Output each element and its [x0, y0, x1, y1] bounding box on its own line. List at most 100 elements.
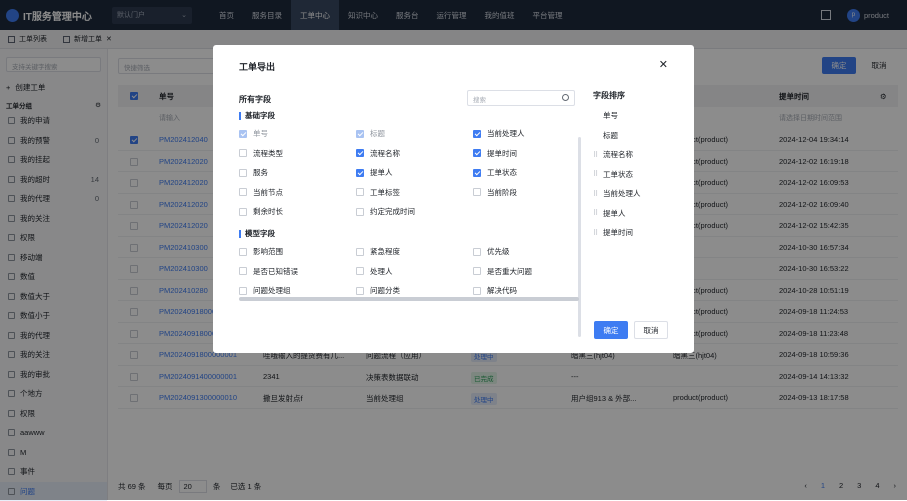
field-checkbox [356, 130, 364, 138]
drag-handle-icon[interactable]: ⠿ [593, 190, 599, 198]
field-label: 流程名称 [370, 148, 400, 159]
group-basic-fields: 基础字段 [239, 110, 275, 121]
field-label: 提单人 [370, 167, 393, 178]
field-option[interactable]: 工单标签 [356, 187, 400, 198]
field-checkbox[interactable] [473, 267, 481, 275]
field-checkbox[interactable] [473, 130, 481, 138]
dialog-confirm-button[interactable]: 确定 [594, 321, 628, 339]
sort-item[interactable]: ⠿ 流程名称 [593, 149, 633, 160]
field-label: 问题处理组 [253, 285, 291, 296]
export-dialog: 工单导出 ✕ 所有字段 搜索 基础字段 模型字段 单号标题当前处理人流程类型流程… [213, 45, 694, 353]
field-option[interactable]: 影响范围 [239, 246, 283, 257]
drag-handle-icon[interactable]: ⠿ [593, 151, 599, 159]
sort-item[interactable]: ⠿ 提单时间 [593, 227, 633, 238]
field-checkbox [239, 130, 247, 138]
field-checkbox[interactable] [356, 149, 364, 157]
field-label: 解决代码 [487, 285, 517, 296]
field-checkbox[interactable] [239, 267, 247, 275]
field-option[interactable]: 问题处理组 [239, 285, 291, 296]
field-label: 处理人 [370, 266, 393, 277]
sort-item-label: 提单时间 [603, 227, 633, 238]
field-label: 当前处理人 [487, 128, 525, 139]
field-checkbox[interactable] [356, 169, 364, 177]
field-checkbox[interactable] [356, 188, 364, 196]
all-fields-label: 所有字段 [239, 94, 271, 105]
field-checkbox[interactable] [473, 169, 481, 177]
field-checkbox[interactable] [473, 188, 481, 196]
field-label: 当前节点 [253, 187, 283, 198]
field-option: 标题 [356, 128, 385, 139]
field-label: 流程类型 [253, 148, 283, 159]
field-label: 问题分类 [370, 285, 400, 296]
field-checkbox[interactable] [356, 248, 364, 256]
field-option[interactable]: 工单状态 [473, 167, 517, 178]
sort-item-label: 提单人 [603, 208, 626, 219]
field-checkbox[interactable] [239, 248, 247, 256]
field-checkbox[interactable] [473, 149, 481, 157]
field-search-placeholder: 搜索 [473, 97, 486, 104]
field-option[interactable]: 处理人 [356, 266, 393, 277]
field-label: 紧急程度 [370, 246, 400, 257]
field-checkbox[interactable] [239, 169, 247, 177]
horizontal-scrollbar[interactable] [239, 297, 579, 301]
field-label: 标题 [370, 128, 385, 139]
sort-item-label: 单号 [603, 110, 618, 121]
field-option[interactable]: 提单人 [356, 167, 393, 178]
close-icon[interactable]: ✕ [659, 58, 668, 71]
dialog-cancel-button[interactable]: 取消 [634, 321, 668, 339]
field-option[interactable]: 约定完成时间 [356, 206, 415, 217]
field-option[interactable]: 是否重大问题 [473, 266, 532, 277]
field-option[interactable]: 当前节点 [239, 187, 283, 198]
drag-handle-icon[interactable]: ⠿ [593, 229, 599, 237]
field-label: 当前阶段 [487, 187, 517, 198]
sort-item[interactable]: ⠿ 提单人 [593, 208, 626, 219]
field-sort-label: 字段排序 [593, 90, 625, 101]
field-option[interactable]: 解决代码 [473, 285, 517, 296]
sort-item[interactable]: ⠿ 工单状态 [593, 169, 633, 180]
field-selector: 所有字段 搜索 基础字段 模型字段 单号 标题 当前处理人流程类型 流程名称 提单时间服… [239, 87, 584, 303]
field-checkbox[interactable] [239, 149, 247, 157]
field-label: 单号 [253, 128, 268, 139]
field-option[interactable]: 流程名称 [356, 148, 400, 159]
sort-item-label: 流程名称 [603, 149, 633, 160]
drag-handle-icon[interactable]: ⠿ [593, 170, 599, 178]
field-checkbox[interactable] [473, 287, 481, 295]
field-option[interactable]: 优先级 [473, 246, 510, 257]
field-checkbox[interactable] [356, 267, 364, 275]
sort-item: 单号 [593, 110, 618, 121]
field-checkbox[interactable] [239, 208, 247, 216]
field-label: 是否已知错误 [253, 266, 298, 277]
field-label: 约定完成时间 [370, 206, 415, 217]
sort-item-label: 工单状态 [603, 169, 633, 180]
field-label: 服务 [253, 167, 268, 178]
field-option[interactable]: 剩余时长 [239, 206, 283, 217]
field-option[interactable]: 流程类型 [239, 148, 283, 159]
field-checkbox[interactable] [239, 188, 247, 196]
sort-item-label: 标题 [603, 130, 618, 141]
field-checkbox[interactable] [239, 287, 247, 295]
drag-handle-icon[interactable]: ⠿ [593, 209, 599, 217]
vertical-scrollbar[interactable] [578, 137, 581, 337]
field-search-input[interactable]: 搜索 [467, 90, 575, 106]
field-option[interactable]: 当前阶段 [473, 187, 517, 198]
field-checkbox[interactable] [356, 208, 364, 216]
field-option[interactable]: 是否已知错误 [239, 266, 298, 277]
field-option[interactable]: 紧急程度 [356, 246, 400, 257]
field-option: 单号 [239, 128, 268, 139]
field-label: 优先级 [487, 246, 510, 257]
sort-item[interactable]: ⠿ 当前处理人 [593, 188, 641, 199]
field-option[interactable]: 问题分类 [356, 285, 400, 296]
field-label: 剩余时长 [253, 206, 283, 217]
field-label: 提单时间 [487, 148, 517, 159]
field-label: 是否重大问题 [487, 266, 532, 277]
group-model-fields: 模型字段 [239, 228, 275, 239]
field-option[interactable]: 服务 [239, 167, 268, 178]
dialog-title: 工单导出 [239, 60, 275, 73]
field-checkbox[interactable] [473, 248, 481, 256]
field-label: 影响范围 [253, 246, 283, 257]
sort-item-label: 当前处理人 [603, 188, 641, 199]
search-icon [562, 94, 569, 101]
field-option[interactable]: 提单时间 [473, 148, 517, 159]
field-option[interactable]: 当前处理人 [473, 128, 525, 139]
field-checkbox[interactable] [356, 287, 364, 295]
